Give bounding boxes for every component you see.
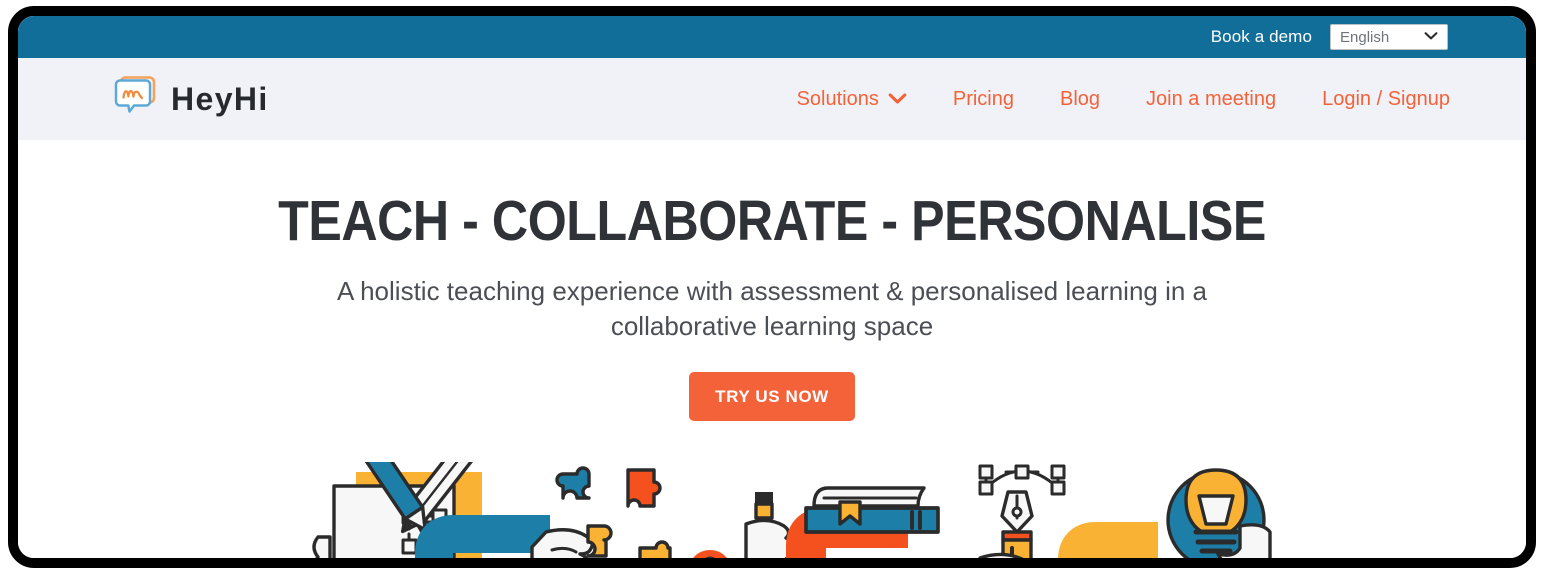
brand-name: HeyHi [171,80,269,117]
nav-item-blog-label: Blog [1060,87,1101,110]
book-a-demo-link[interactable]: Book a demo [1211,27,1312,47]
nav-item-join-a-meeting-label: Join a meeting [1146,87,1277,110]
device-frame: Book a demo English HeyHi Solutions Pric… [8,6,1536,568]
brand-logo-link[interactable]: HeyHi [110,74,269,125]
nav-item-join-a-meeting[interactable]: Join a meeting [1146,88,1276,111]
nav-item-blog[interactable]: Blog [1060,88,1100,111]
collaborative-learning-illustration [18,462,1526,558]
chevron-down-icon [1424,28,1438,46]
main-navigation-bar: HeyHi Solutions Pricing Blog Join a meet… [18,58,1526,140]
nav-item-pricing-label: Pricing [952,87,1014,110]
nav-item-solutions[interactable]: Solutions [797,88,907,111]
nav-item-pricing[interactable]: Pricing [953,88,1014,111]
language-select-value: English [1340,28,1390,46]
heyhi-speech-bubble-logo-icon [110,74,158,125]
nav-item-solutions-label: Solutions [796,87,879,110]
hero-section: TEACH - COLLABORATE - PERSONALISE A holi… [18,189,1526,558]
language-select[interactable]: English [1330,24,1448,50]
top-utility-bar: Book a demo English [18,16,1526,58]
try-us-now-button[interactable]: TRY US NOW [689,371,855,421]
page-title: TEACH - COLLABORATE - PERSONALISE [278,189,1266,253]
page-root: Book a demo English HeyHi Solutions Pric… [18,16,1526,558]
chevron-down-icon [888,88,907,111]
nav-item-login-signup-label: Login / Signup [1322,87,1450,110]
nav-links: Solutions Pricing Blog Join a meeting Lo… [797,88,1450,111]
nav-item-login-signup[interactable]: Login / Signup [1322,88,1450,111]
hero-subtitle: A holistic teaching experience with asse… [336,275,1208,341]
